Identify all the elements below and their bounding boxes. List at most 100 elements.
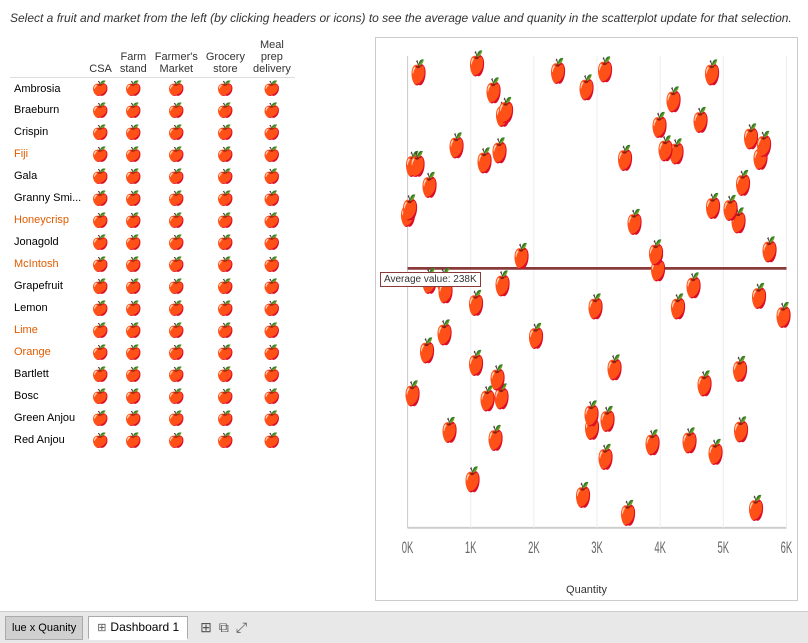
fruit-name[interactable]: Crispin <box>10 121 85 143</box>
fruit-cell[interactable]: 🍎 <box>151 429 202 451</box>
fruit-cell[interactable]: 🍎 <box>202 363 249 385</box>
fruit-cell[interactable]: 🍎 <box>202 319 249 341</box>
duplicate-dashboard-button[interactable]: ⧉ <box>217 617 231 638</box>
fruit-cell[interactable]: 🍎 <box>202 297 249 319</box>
fruit-name[interactable]: Jonagold <box>10 231 85 253</box>
fruit-name[interactable]: Red Anjou <box>10 429 85 451</box>
fruit-cell[interactable]: 🍎 <box>116 187 151 209</box>
fruit-cell[interactable]: 🍎 <box>202 253 249 275</box>
fruit-cell[interactable]: 🍎 <box>249 363 295 385</box>
col-header-farm-stand[interactable]: Farmstand <box>116 37 151 78</box>
fruit-cell[interactable]: 🍎 <box>151 407 202 429</box>
fruit-name[interactable]: Granny Smi... <box>10 187 85 209</box>
fruit-name[interactable]: Lemon <box>10 297 85 319</box>
move-dashboard-button[interactable]: ⤢ <box>234 617 249 638</box>
table-row[interactable]: Lemon🍎🍎🍎🍎🍎 <box>10 297 295 319</box>
table-row[interactable]: Ambrosia🍎🍎🍎🍎🍎 <box>10 77 295 99</box>
fruit-cell[interactable]: 🍎 <box>85 165 116 187</box>
fruit-cell[interactable]: 🍎 <box>151 121 202 143</box>
fruit-cell[interactable]: 🍎 <box>249 187 295 209</box>
fruit-cell[interactable]: 🍎 <box>151 187 202 209</box>
fruit-name[interactable]: Fiji <box>10 143 85 165</box>
fruit-cell[interactable]: 🍎 <box>202 165 249 187</box>
fruit-cell[interactable]: 🍎 <box>116 121 151 143</box>
add-dashboard-button[interactable]: ⊞ <box>198 617 214 638</box>
fruit-cell[interactable]: 🍎 <box>116 385 151 407</box>
fruit-cell[interactable]: 🍎 <box>249 121 295 143</box>
fruit-cell[interactable]: 🍎 <box>85 121 116 143</box>
fruit-name[interactable]: Braeburn <box>10 99 85 121</box>
table-row[interactable]: Crispin🍎🍎🍎🍎🍎 <box>10 121 295 143</box>
fruit-cell[interactable]: 🍎 <box>151 143 202 165</box>
fruit-cell[interactable]: 🍎 <box>202 143 249 165</box>
fruit-cell[interactable]: 🍎 <box>151 385 202 407</box>
fruit-cell[interactable]: 🍎 <box>85 275 116 297</box>
fruit-name[interactable]: Grapefruit <box>10 275 85 297</box>
table-row[interactable]: Braeburn🍎🍎🍎🍎🍎 <box>10 99 295 121</box>
fruit-cell[interactable]: 🍎 <box>85 429 116 451</box>
fruit-cell[interactable]: 🍎 <box>116 275 151 297</box>
fruit-name[interactable]: Gala <box>10 165 85 187</box>
fruit-cell[interactable]: 🍎 <box>85 407 116 429</box>
partial-tab[interactable]: lue x Quanity <box>5 616 83 640</box>
fruit-cell[interactable]: 🍎 <box>249 99 295 121</box>
fruit-cell[interactable]: 🍎 <box>202 187 249 209</box>
table-row[interactable]: Grapefruit🍎🍎🍎🍎🍎 <box>10 275 295 297</box>
fruit-cell[interactable]: 🍎 <box>249 319 295 341</box>
fruit-cell[interactable]: 🍎 <box>85 319 116 341</box>
fruit-name[interactable]: Honeycrisp <box>10 209 85 231</box>
fruit-cell[interactable]: 🍎 <box>249 253 295 275</box>
fruit-cell[interactable]: 🍎 <box>151 253 202 275</box>
fruit-cell[interactable]: 🍎 <box>249 275 295 297</box>
fruit-name[interactable]: Ambrosia <box>10 77 85 99</box>
fruit-cell[interactable]: 🍎 <box>249 165 295 187</box>
fruit-cell[interactable]: 🍎 <box>249 209 295 231</box>
fruit-cell[interactable]: 🍎 <box>249 407 295 429</box>
fruit-cell[interactable]: 🍎 <box>85 341 116 363</box>
fruit-cell[interactable]: 🍎 <box>151 77 202 99</box>
table-row[interactable]: Honeycrisp🍎🍎🍎🍎🍎 <box>10 209 295 231</box>
fruit-cell[interactable]: 🍎 <box>249 77 295 99</box>
table-row[interactable]: Red Anjou🍎🍎🍎🍎🍎 <box>10 429 295 451</box>
fruit-cell[interactable]: 🍎 <box>116 363 151 385</box>
fruit-cell[interactable]: 🍎 <box>249 385 295 407</box>
fruit-cell[interactable]: 🍎 <box>85 253 116 275</box>
fruit-cell[interactable]: 🍎 <box>151 297 202 319</box>
table-row[interactable]: Granny Smi...🍎🍎🍎🍎🍎 <box>10 187 295 209</box>
col-header-grocery-store[interactable]: Grocerystore <box>202 37 249 78</box>
fruit-cell[interactable]: 🍎 <box>116 209 151 231</box>
fruit-name[interactable]: Lime <box>10 319 85 341</box>
fruit-cell[interactable]: 🍎 <box>151 275 202 297</box>
fruit-cell[interactable]: 🍎 <box>202 99 249 121</box>
fruit-cell[interactable]: 🍎 <box>202 341 249 363</box>
fruit-cell[interactable]: 🍎 <box>116 297 151 319</box>
fruit-cell[interactable]: 🍎 <box>116 143 151 165</box>
fruit-cell[interactable]: 🍎 <box>202 429 249 451</box>
fruit-cell[interactable]: 🍎 <box>249 231 295 253</box>
fruit-cell[interactable]: 🍎 <box>249 341 295 363</box>
fruit-cell[interactable]: 🍎 <box>85 187 116 209</box>
fruit-cell[interactable]: 🍎 <box>116 407 151 429</box>
fruit-cell[interactable]: 🍎 <box>85 77 116 99</box>
fruit-cell[interactable]: 🍎 <box>202 385 249 407</box>
fruit-name[interactable]: Bartlett <box>10 363 85 385</box>
fruit-cell[interactable]: 🍎 <box>116 231 151 253</box>
fruit-cell[interactable]: 🍎 <box>151 319 202 341</box>
fruit-cell[interactable]: 🍎 <box>151 165 202 187</box>
col-header-meal-prep[interactable]: Mealprepdelivery <box>249 37 295 78</box>
fruit-cell[interactable]: 🍎 <box>151 341 202 363</box>
fruit-name[interactable]: Green Anjou <box>10 407 85 429</box>
fruit-cell[interactable]: 🍎 <box>116 319 151 341</box>
fruit-cell[interactable]: 🍎 <box>202 209 249 231</box>
fruit-cell[interactable]: 🍎 <box>85 99 116 121</box>
col-header-fruit[interactable] <box>10 37 85 78</box>
table-row[interactable]: Lime🍎🍎🍎🍎🍎 <box>10 319 295 341</box>
table-row[interactable]: Bartlett🍎🍎🍎🍎🍎 <box>10 363 295 385</box>
fruit-cell[interactable]: 🍎 <box>85 231 116 253</box>
fruit-cell[interactable]: 🍎 <box>85 385 116 407</box>
fruit-cell[interactable]: 🍎 <box>116 341 151 363</box>
table-row[interactable]: Fiji🍎🍎🍎🍎🍎 <box>10 143 295 165</box>
fruit-cell[interactable]: 🍎 <box>151 99 202 121</box>
col-header-csa[interactable]: CSA <box>85 37 116 78</box>
table-row[interactable]: Gala🍎🍎🍎🍎🍎 <box>10 165 295 187</box>
